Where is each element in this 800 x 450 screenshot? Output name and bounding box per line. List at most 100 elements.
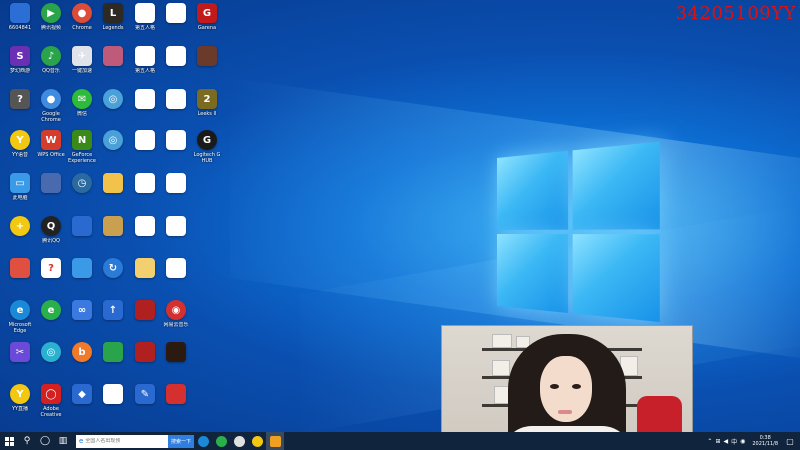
desktop-icon[interactable]: 6604841 bbox=[3, 3, 37, 43]
desktop-icon[interactable]: e bbox=[34, 300, 68, 340]
desktop-icon[interactable] bbox=[159, 130, 193, 170]
desktop-icon[interactable]: 第五人格 bbox=[128, 46, 162, 86]
yy-taskbar-icon[interactable] bbox=[248, 432, 266, 450]
desktop-icon[interactable] bbox=[65, 258, 99, 298]
desktop-icon[interactable]: e Microsoft Edge bbox=[3, 300, 37, 340]
app-icon: ♪ bbox=[41, 46, 61, 66]
desktop-icon[interactable]: 2 Leeks II bbox=[190, 89, 224, 129]
desktop-icon[interactable]: ∞ bbox=[65, 300, 99, 340]
clock[interactable]: 0:38 2021/11/8 bbox=[752, 435, 778, 447]
desktop-icon[interactable] bbox=[96, 173, 130, 213]
desktop-icon[interactable]: ◎ bbox=[96, 130, 130, 170]
desktop-icon[interactable]: ● Chrome bbox=[65, 3, 99, 43]
desktop-icon[interactable]: G Garena bbox=[190, 3, 224, 43]
desktop-icon[interactable] bbox=[96, 46, 130, 86]
volume-icon[interactable]: ◀ bbox=[723, 438, 728, 445]
desktop-icon[interactable]: ▭ 此电脑 bbox=[3, 173, 37, 213]
app-icon bbox=[10, 3, 30, 23]
desktop-icon[interactable]: ↻ bbox=[96, 258, 130, 298]
notification-icon[interactable]: ▢ bbox=[784, 435, 796, 447]
desktop-icon[interactable]: ✈ 一键加速 bbox=[65, 46, 99, 86]
desktop-icon[interactable] bbox=[159, 89, 193, 129]
desktop-icon[interactable]: ▶ 腾讯视频 bbox=[34, 3, 68, 43]
desktop-icon[interactable] bbox=[128, 89, 162, 129]
desktop-icon[interactable]: W WPS Office bbox=[34, 130, 68, 170]
desktop-icon[interactable] bbox=[159, 384, 193, 424]
desktop-icon[interactable] bbox=[190, 46, 224, 86]
task-view-icon[interactable]: ◯ bbox=[36, 432, 54, 450]
desktop-icon[interactable]: L Legends bbox=[96, 3, 130, 43]
ime-icon[interactable]: 中 bbox=[731, 437, 737, 446]
desktop-icon[interactable] bbox=[159, 342, 193, 382]
security-icon[interactable]: ◉ bbox=[740, 438, 745, 445]
desktop-icon-label: 网易云音乐 bbox=[158, 322, 194, 328]
desktop-icon[interactable] bbox=[34, 173, 68, 213]
chrome-taskbar-icon[interactable] bbox=[230, 432, 248, 450]
desktop-icon[interactable]: Y YY直播 bbox=[3, 384, 37, 424]
taskbar-search-input[interactable] bbox=[85, 438, 147, 444]
desktop-icon[interactable]: ? bbox=[3, 89, 37, 129]
desktop-icon[interactable] bbox=[159, 173, 193, 213]
tray-chevron-icon[interactable]: ⌃ bbox=[707, 438, 712, 445]
edge-taskbar-icon[interactable] bbox=[194, 432, 212, 450]
app-icon: e bbox=[10, 300, 30, 320]
app-icon bbox=[166, 3, 186, 23]
app-icon bbox=[135, 342, 155, 362]
desktop-icon[interactable]: + bbox=[3, 216, 37, 256]
desktop-icon[interactable]: ◯ Adobe Creative bbox=[34, 384, 68, 424]
desktop-icon[interactable] bbox=[128, 216, 162, 256]
desktop-icon[interactable]: Y YY语音 bbox=[3, 130, 37, 170]
desktop-icon[interactable]: 第五人格 bbox=[128, 3, 162, 43]
desktop-icon[interactable] bbox=[96, 216, 130, 256]
desktop-icon[interactable]: ◉ 网易云音乐 bbox=[159, 300, 193, 340]
desktop-icon[interactable]: ? bbox=[34, 258, 68, 298]
desktop-icon[interactable] bbox=[3, 258, 37, 298]
network-icon[interactable]: ⊞ bbox=[715, 438, 720, 445]
desktop-icon[interactable] bbox=[159, 3, 193, 43]
app-icon bbox=[166, 216, 186, 236]
desktop-icon[interactable]: G Logitech G HUB bbox=[190, 130, 224, 170]
app-icon bbox=[135, 300, 155, 320]
desktop-icon[interactable] bbox=[128, 300, 162, 340]
desktop-icon[interactable] bbox=[159, 258, 193, 298]
desktop-icon[interactable] bbox=[128, 173, 162, 213]
desktop-icon[interactable]: ◎ bbox=[96, 89, 130, 129]
search-icon[interactable]: ⚲ bbox=[18, 432, 36, 450]
app-icon bbox=[103, 46, 123, 66]
desktop-icon[interactable]: N GeForce Experience bbox=[65, 130, 99, 170]
desktop-icon[interactable]: b bbox=[65, 342, 99, 382]
desktop-icon[interactable]: ◆ bbox=[65, 384, 99, 424]
start-button[interactable] bbox=[0, 432, 18, 450]
app-taskbar-icon[interactable] bbox=[266, 432, 284, 450]
app-icon bbox=[135, 130, 155, 150]
desktop-icon-label: Logitech G HUB bbox=[189, 152, 225, 164]
desktop-icon[interactable] bbox=[128, 342, 162, 382]
app-icon: G bbox=[197, 130, 217, 150]
desktop-icon[interactable]: ✂ bbox=[3, 342, 37, 382]
app-icon bbox=[166, 130, 186, 150]
app-icon bbox=[166, 46, 186, 66]
desktop-icon[interactable]: ↑ bbox=[96, 300, 130, 340]
desktop-icon[interactable]: ◷ bbox=[65, 173, 99, 213]
desktop-icon[interactable] bbox=[159, 216, 193, 256]
search-go-button[interactable]: 搜索一下 bbox=[168, 435, 194, 448]
desktop-icon-label: 腾讯QQ bbox=[33, 238, 69, 244]
desktop-icon[interactable] bbox=[96, 384, 130, 424]
desktop-icon[interactable] bbox=[65, 216, 99, 256]
desktop-icon[interactable]: ✉ 微信 bbox=[65, 89, 99, 129]
desktop-icon[interactable] bbox=[159, 46, 193, 86]
desktop-icon[interactable] bbox=[96, 342, 130, 382]
desktop-icon[interactable]: ♪ QQ音乐 bbox=[34, 46, 68, 86]
desktop-icon[interactable]: ◎ bbox=[34, 342, 68, 382]
browser-taskbar-icon[interactable] bbox=[212, 432, 230, 450]
app-icon: ✎ bbox=[135, 384, 155, 404]
desktop-icon-label: 第五人格 bbox=[127, 68, 163, 74]
desktop-icon[interactable]: ● Google Chrome bbox=[34, 89, 68, 129]
desktop-icon[interactable]: ✎ bbox=[128, 384, 162, 424]
desktop-icon[interactable]: Q 腾讯QQ bbox=[34, 216, 68, 256]
multitask-icon[interactable]: ▥ bbox=[54, 432, 72, 450]
desktop-icon[interactable] bbox=[128, 130, 162, 170]
desktop-icon[interactable]: S 梦幻西游 bbox=[3, 46, 37, 86]
desktop-icon[interactable] bbox=[128, 258, 162, 298]
app-icon bbox=[135, 89, 155, 109]
